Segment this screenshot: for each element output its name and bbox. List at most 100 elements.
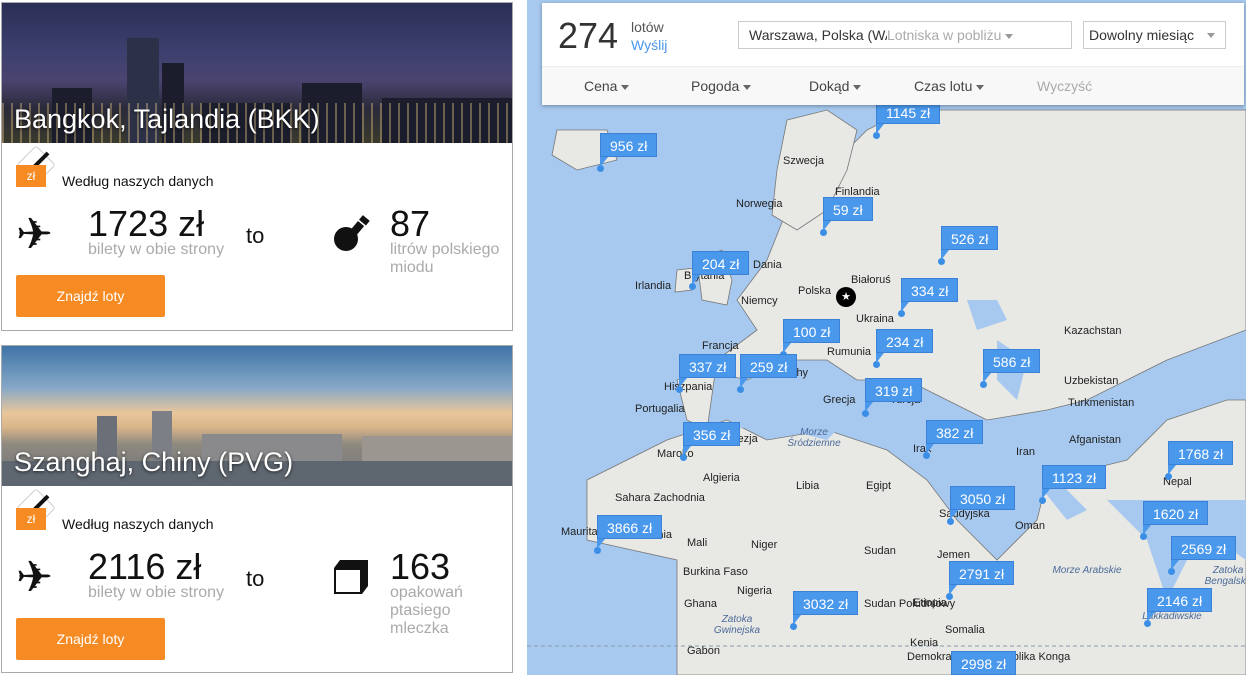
clear-filters-button[interactable]: Wyczyść	[1037, 78, 1092, 94]
country-label: Oman	[1015, 520, 1045, 532]
city-name: Bangkok, Tajlandia (BKK)	[14, 104, 320, 134]
find-flights-button[interactable]: Znajdź loty	[16, 618, 165, 660]
price-pin[interactable]: 2569 zł	[1171, 536, 1237, 570]
caret-down-icon	[853, 84, 862, 90]
filter-price[interactable]: Cena	[584, 78, 630, 94]
price-pin[interactable]: 1123 zł	[1042, 465, 1107, 499]
price-pin[interactable]: 1620 zł	[1143, 501, 1209, 535]
country-label: Algieria	[703, 472, 740, 484]
country-label: Irlandia	[635, 280, 672, 292]
sea-label: Morze Śródziemne	[787, 427, 841, 449]
price-pin[interactable]: 234 zł	[876, 329, 934, 363]
price-pin[interactable]: 3050 zł	[950, 486, 1016, 520]
price-pin[interactable]: 337 zł	[679, 354, 737, 388]
price-pin[interactable]: 356 zł	[683, 422, 741, 456]
country-label: Niger	[751, 539, 778, 551]
currency-tag: zł	[16, 508, 46, 530]
country-label: Egipt	[866, 480, 892, 492]
country-label: Ukraina	[856, 313, 894, 325]
country-label: Afganistan	[1069, 434, 1121, 446]
price-subtitle: bilety w obie strony	[88, 241, 225, 258]
country-label: Mali	[687, 537, 708, 549]
city-photo: Szanghaj, Chiny (PVG)	[2, 346, 512, 486]
destination-card-bangkok: Bangkok, Tajlandia (BKK) zł Według naszy…	[1, 2, 513, 331]
country-label: Francja	[702, 340, 739, 352]
price-pin[interactable]: 2998 zł	[951, 651, 1017, 675]
price-pin[interactable]: 100 zł	[783, 319, 841, 353]
country-label: Ghana	[684, 598, 718, 610]
country-label: Libia	[796, 480, 820, 492]
price-pin[interactable]: 334 zł	[901, 278, 959, 312]
filter-flight-time[interactable]: Czas lotu	[914, 78, 985, 94]
country-label: Burkina Faso	[683, 566, 748, 578]
country-label: Polska	[798, 285, 832, 297]
country-label: Grecja	[823, 394, 856, 406]
comparison-label: litrów polskiego miodu	[390, 241, 500, 276]
country-label: Turkmenistan	[1068, 397, 1135, 409]
flight-count-label: lotów	[631, 19, 664, 35]
month-value: Dowolny miesiąc	[1089, 27, 1195, 43]
price-pin[interactable]: 382 zł	[926, 420, 984, 454]
price-pin[interactable]: 204 zł	[692, 251, 750, 285]
sea-label: Morze Arabskie	[1052, 565, 1122, 576]
filter-bar: Cena Pogoda Dokąd Czas lotu Wyczyść	[542, 66, 1244, 105]
city-name: Szanghaj, Chiny (PVG)	[14, 447, 294, 477]
origin-field[interactable]: Warszawa, Polska (WAW) Lotniska w pobliż…	[738, 21, 1072, 49]
price-pin[interactable]: 2146 zł	[1147, 588, 1213, 622]
country-label: Sudan	[864, 545, 896, 557]
source-label: Według naszych danych	[62, 516, 214, 532]
price-pin[interactable]: 586 zł	[983, 349, 1041, 383]
country-label: Iran	[1016, 446, 1035, 458]
country-label: Gabon	[687, 645, 721, 657]
send-link[interactable]: Wyślij	[631, 37, 667, 53]
price-pin[interactable]: 3866 zł	[597, 515, 663, 549]
price-pin[interactable]: 319 zł	[865, 378, 923, 412]
candy-box-icon	[334, 560, 368, 594]
search-panel: 274 lotów Wyślij Warszawa, Polska (WAW) …	[542, 3, 1244, 105]
caret-down-icon	[1005, 33, 1014, 39]
country-label: Niemcy	[741, 295, 778, 307]
price-pin[interactable]: 956 zł	[600, 133, 658, 167]
comparison-count: 163	[390, 546, 451, 587]
price-pin[interactable]: 59 zł	[823, 197, 873, 231]
price-pin[interactable]: 526 zł	[941, 226, 999, 260]
country-label: Jemen	[937, 549, 971, 561]
comparison-count: 87	[390, 203, 431, 244]
price-subtitle: bilety w obie strony	[88, 584, 225, 601]
price-pin[interactable]: 3032 zł	[793, 591, 859, 625]
country-label: Sahara Zachodnia	[615, 492, 705, 504]
price: 2116 zł	[88, 546, 202, 587]
caret-down-icon	[1207, 33, 1215, 38]
nearby-airports-dropdown[interactable]: Lotniska w pobliżu	[887, 22, 1071, 48]
country-label: Norwegia	[736, 198, 783, 210]
honey-dipper-icon	[334, 215, 370, 251]
caret-down-icon	[743, 84, 752, 90]
flight-count: 274	[558, 15, 619, 56]
country-label: Dania	[753, 259, 782, 271]
country-label: Rumunia	[827, 346, 872, 358]
sea-label: Zatoka Gwinejska	[713, 614, 761, 636]
price-pin[interactable]: 1768 zł	[1168, 441, 1234, 475]
equals-label: to	[246, 223, 265, 248]
country-label: Somalia	[945, 624, 985, 636]
home-airport-star-icon[interactable]: ★	[836, 287, 856, 307]
country-label: Szwecja	[783, 155, 824, 167]
nearby-airports-label: Lotniska w pobliżu	[887, 27, 1002, 43]
filter-weather[interactable]: Pogoda	[691, 78, 752, 94]
caret-down-icon	[976, 84, 985, 90]
caret-down-icon	[621, 84, 630, 90]
source-label: Według naszych danych	[62, 173, 214, 189]
destination-card-shanghai: Szanghaj, Chiny (PVG) zł Według naszych …	[1, 345, 513, 673]
country-label: Nigeria	[737, 585, 772, 597]
country-label: Portugalia	[635, 403, 685, 415]
sea-label: Zatoka Bengalska	[1204, 565, 1246, 587]
comparison-label: opakowań ptasiego mleczka	[390, 584, 463, 637]
month-select[interactable]: Dowolny miesiąc	[1083, 21, 1226, 49]
city-photo: Bangkok, Tajlandia (BKK)	[2, 3, 512, 143]
country-label: Kazachstan	[1064, 325, 1122, 337]
filter-destination[interactable]: Dokąd	[809, 78, 862, 94]
price-pin[interactable]: 2791 zł	[949, 561, 1015, 595]
price-pin[interactable]: 259 zł	[740, 354, 798, 388]
country-label: Etiopia	[913, 597, 947, 609]
find-flights-button[interactable]: Znajdź loty	[16, 275, 165, 317]
